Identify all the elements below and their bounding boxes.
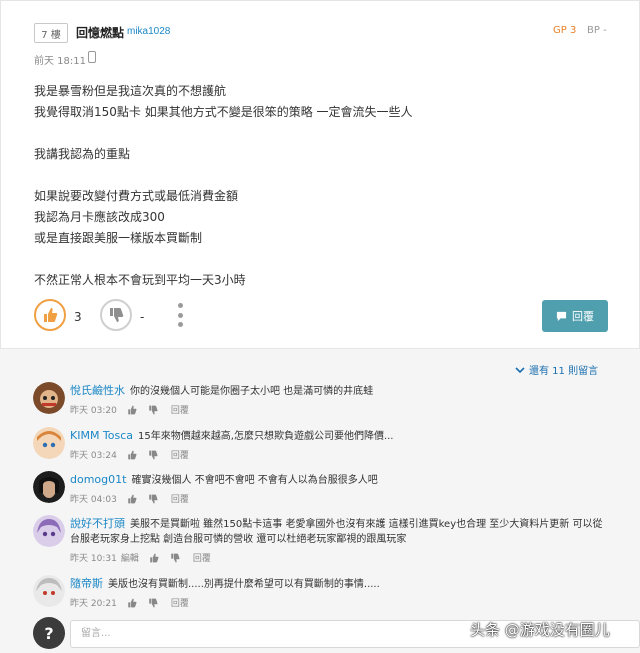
comment-author[interactable]: domog01t bbox=[70, 473, 126, 486]
comment-reply-link[interactable]: 回覆 bbox=[193, 551, 211, 564]
like-button[interactable] bbox=[34, 299, 66, 331]
comment-reply-link[interactable]: 回覆 bbox=[171, 448, 189, 461]
avatar[interactable] bbox=[33, 382, 65, 414]
post-line bbox=[34, 249, 604, 270]
dislike-button[interactable] bbox=[100, 299, 132, 331]
comment-meta: 昨天 03:24 回覆 bbox=[70, 448, 189, 461]
comment-author[interactable]: 說好不打頭 bbox=[70, 517, 125, 530]
comment-text: 15年來物價越來越高,怎麼只想欺負遊戲公司要他們降價... bbox=[138, 431, 394, 442]
post-line: 或是直接跟美服一樣版本買斷制 bbox=[34, 231, 203, 245]
post-line: 如果說要改變付費方式或最低消費金額 bbox=[34, 189, 239, 203]
avatar[interactable] bbox=[33, 575, 65, 607]
thumbs-down-icon[interactable] bbox=[148, 493, 159, 504]
post-line: 我是暴雪粉但是我這次真的不想護航 bbox=[34, 84, 227, 98]
watermark: 头条 @游戏没有圈儿 bbox=[470, 621, 610, 639]
comment-time: 昨天 04:03 bbox=[70, 495, 117, 505]
comment-text: 確實沒幾個人 不會吧不會吧 不會有人以為台服很多人吧 bbox=[131, 475, 378, 486]
comment-reply-link[interactable]: 回覆 bbox=[171, 492, 189, 505]
thumbs-up-icon[interactable] bbox=[149, 552, 160, 563]
comment-item: 悅氏鹼性水 你的沒幾個人可能是你圈子太小吧 也是滿可憐的井底蛙 昨天 03:20 … bbox=[33, 382, 613, 422]
comment-text: 美版也沒有買斷制.....別再提什麼希望可以有買斷制的事情..... bbox=[108, 579, 380, 590]
comment-item: 隨帝斯 美版也沒有買斷制.....別再提什麼希望可以有買斷制的事情..... 昨天… bbox=[33, 575, 613, 615]
mobile-device-icon bbox=[88, 51, 96, 63]
comment-time: 昨天 20:21 bbox=[70, 599, 117, 609]
comment-time: 昨天 03:20 bbox=[70, 406, 117, 416]
comment-text: 美服不是買斷啦 雖然150點卡這事 老愛拿國外也沒有來護 這樣引進買key也合理… bbox=[70, 519, 603, 545]
comment-author[interactable]: 悅氏鹼性水 bbox=[70, 384, 125, 397]
post-line bbox=[34, 165, 604, 186]
post-line: 不然正常人根本不會玩到平均一天3小時 bbox=[34, 273, 246, 287]
gp-count[interactable]: GP 3 bbox=[553, 25, 576, 36]
comment-meta: 昨天 03:20 回覆 bbox=[70, 403, 189, 416]
comment-reply-link[interactable]: 回覆 bbox=[171, 403, 189, 416]
more-options-icon[interactable] bbox=[176, 303, 184, 327]
thumbs-up-icon[interactable] bbox=[127, 404, 138, 415]
thumbs-up-icon[interactable] bbox=[127, 493, 138, 504]
reply-button[interactable]: 回覆 bbox=[542, 300, 608, 332]
comment-item: 說好不打頭 美服不是買斷啦 雖然150點卡這事 老愛拿國外也沒有來護 這樣引進買k… bbox=[33, 515, 613, 569]
avatar[interactable] bbox=[33, 471, 65, 503]
comment-time: 昨天 03:24 bbox=[70, 451, 117, 461]
reply-button-label: 回覆 bbox=[572, 310, 594, 323]
author-id[interactable]: mika1028 bbox=[127, 26, 170, 37]
post-time: 前天 18:11 bbox=[34, 56, 86, 67]
more-comments-label: 還有 11 則留言 bbox=[529, 366, 599, 377]
thumbs-up-icon bbox=[44, 308, 58, 322]
floor-badge[interactable]: 7 樓 bbox=[34, 23, 68, 43]
edited-label: 編輯 bbox=[120, 554, 139, 564]
post-card: 7 樓 回憶燃點 mika1028 GP 3 BP - 前天 18:11 我是暴… bbox=[0, 0, 640, 348]
thumbs-down-icon bbox=[110, 308, 124, 322]
thumbs-down-icon[interactable] bbox=[170, 552, 181, 563]
avatar[interactable] bbox=[33, 427, 65, 459]
post-line: 我講我認為的重點 bbox=[34, 147, 131, 161]
post-line bbox=[34, 123, 604, 144]
thumbs-down-icon[interactable] bbox=[148, 404, 159, 415]
comment-meta: 昨天 20:21 回覆 bbox=[70, 596, 189, 609]
speech-bubble-icon bbox=[556, 311, 567, 321]
current-user-avatar[interactable]: ? bbox=[33, 617, 65, 649]
comment-author[interactable]: KIMM Tosca bbox=[70, 429, 133, 442]
dislike-count: - bbox=[140, 310, 145, 324]
comment-time: 昨天 10:31 bbox=[70, 554, 117, 564]
author-name[interactable]: 回憶燃點 bbox=[76, 24, 124, 41]
thumbs-up-icon[interactable] bbox=[127, 597, 138, 608]
comment-item: domog01t 確實沒幾個人 不會吧不會吧 不會有人以為台服很多人吧 昨天 04… bbox=[33, 471, 613, 511]
post-line: 我認為月卡應該改成300 bbox=[34, 210, 165, 224]
thumbs-down-icon[interactable] bbox=[148, 597, 159, 608]
post-line: 我覺得取消150點卡 如果其他方式不變是很笨的策略 一定會流失一些人 bbox=[34, 105, 413, 119]
comment-author[interactable]: 隨帝斯 bbox=[70, 577, 103, 590]
comment-meta: 昨天 10:31 編輯 回覆 bbox=[70, 551, 211, 564]
thumbs-up-icon[interactable] bbox=[127, 449, 138, 460]
post-body: 我是暴雪粉但是我這次真的不想護航 我覺得取消150點卡 如果其他方式不變是很笨的… bbox=[34, 81, 604, 291]
bp-count[interactable]: BP - bbox=[587, 25, 607, 36]
more-comments-link[interactable]: 還有 11 則留言 bbox=[515, 362, 598, 377]
comment-item: KIMM Tosca 15年來物價越來越高,怎麼只想欺負遊戲公司要他們降價... … bbox=[33, 427, 613, 467]
chevron-down-icon bbox=[515, 366, 525, 373]
thumbs-down-icon[interactable] bbox=[148, 449, 159, 460]
avatar[interactable] bbox=[33, 515, 65, 547]
comment-text: 你的沒幾個人可能是你圈子太小吧 也是滿可憐的井底蛙 bbox=[130, 386, 374, 397]
like-count: 3 bbox=[74, 310, 82, 324]
comment-reply-link[interactable]: 回覆 bbox=[171, 596, 189, 609]
comment-meta: 昨天 04:03 回覆 bbox=[70, 492, 189, 505]
